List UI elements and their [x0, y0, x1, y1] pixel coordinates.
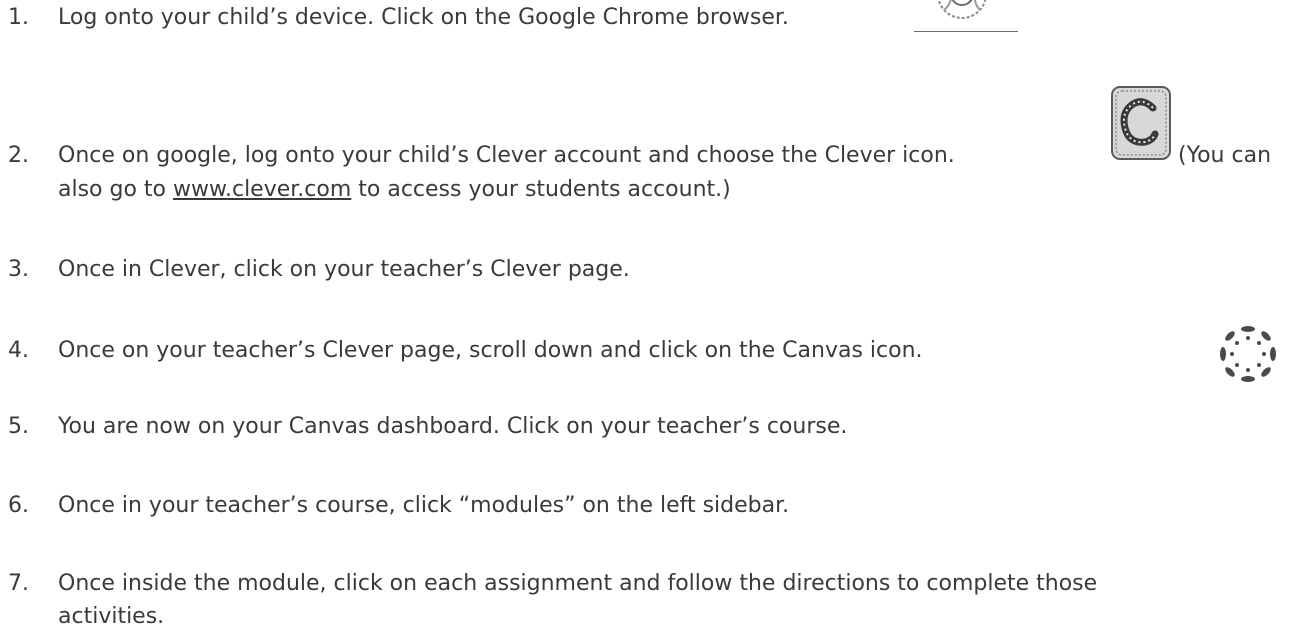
step-number: 6. — [8, 493, 29, 518]
canvas-icon — [1216, 322, 1280, 386]
step-text: Once on google, log onto your child’s Cl… — [58, 143, 955, 168]
step-text: also go to — [58, 177, 174, 202]
step-text: Log onto your child’s device. Click on t… — [58, 5, 789, 30]
step-number: 5. — [8, 414, 29, 439]
step-number: 1. — [8, 5, 29, 30]
step-text: activities. — [58, 604, 165, 629]
step-number: 7. — [8, 571, 29, 596]
step-text: to access your students account.) — [351, 177, 731, 202]
step-number: 2. — [8, 143, 29, 168]
clever-icon — [1109, 84, 1173, 162]
step-text: Once in your teacher’s course, click “mo… — [58, 493, 790, 518]
step-text: Once on your teacher’s Clever page, scro… — [58, 338, 923, 363]
step-number: 4. — [8, 338, 29, 363]
step-text-tail: (You can — [1178, 143, 1272, 168]
clever-link[interactable]: www.clever.com — [173, 177, 351, 202]
chrome-icon — [914, 0, 1018, 28]
chrome-underline — [914, 31, 1018, 32]
step-text: You are now on your Canvas dashboard. Cl… — [58, 414, 848, 439]
step-text: Once in Clever, click on your teacher’s … — [58, 257, 630, 282]
step-text: Once inside the module, click on each as… — [58, 571, 1098, 596]
step-number: 3. — [8, 257, 29, 282]
